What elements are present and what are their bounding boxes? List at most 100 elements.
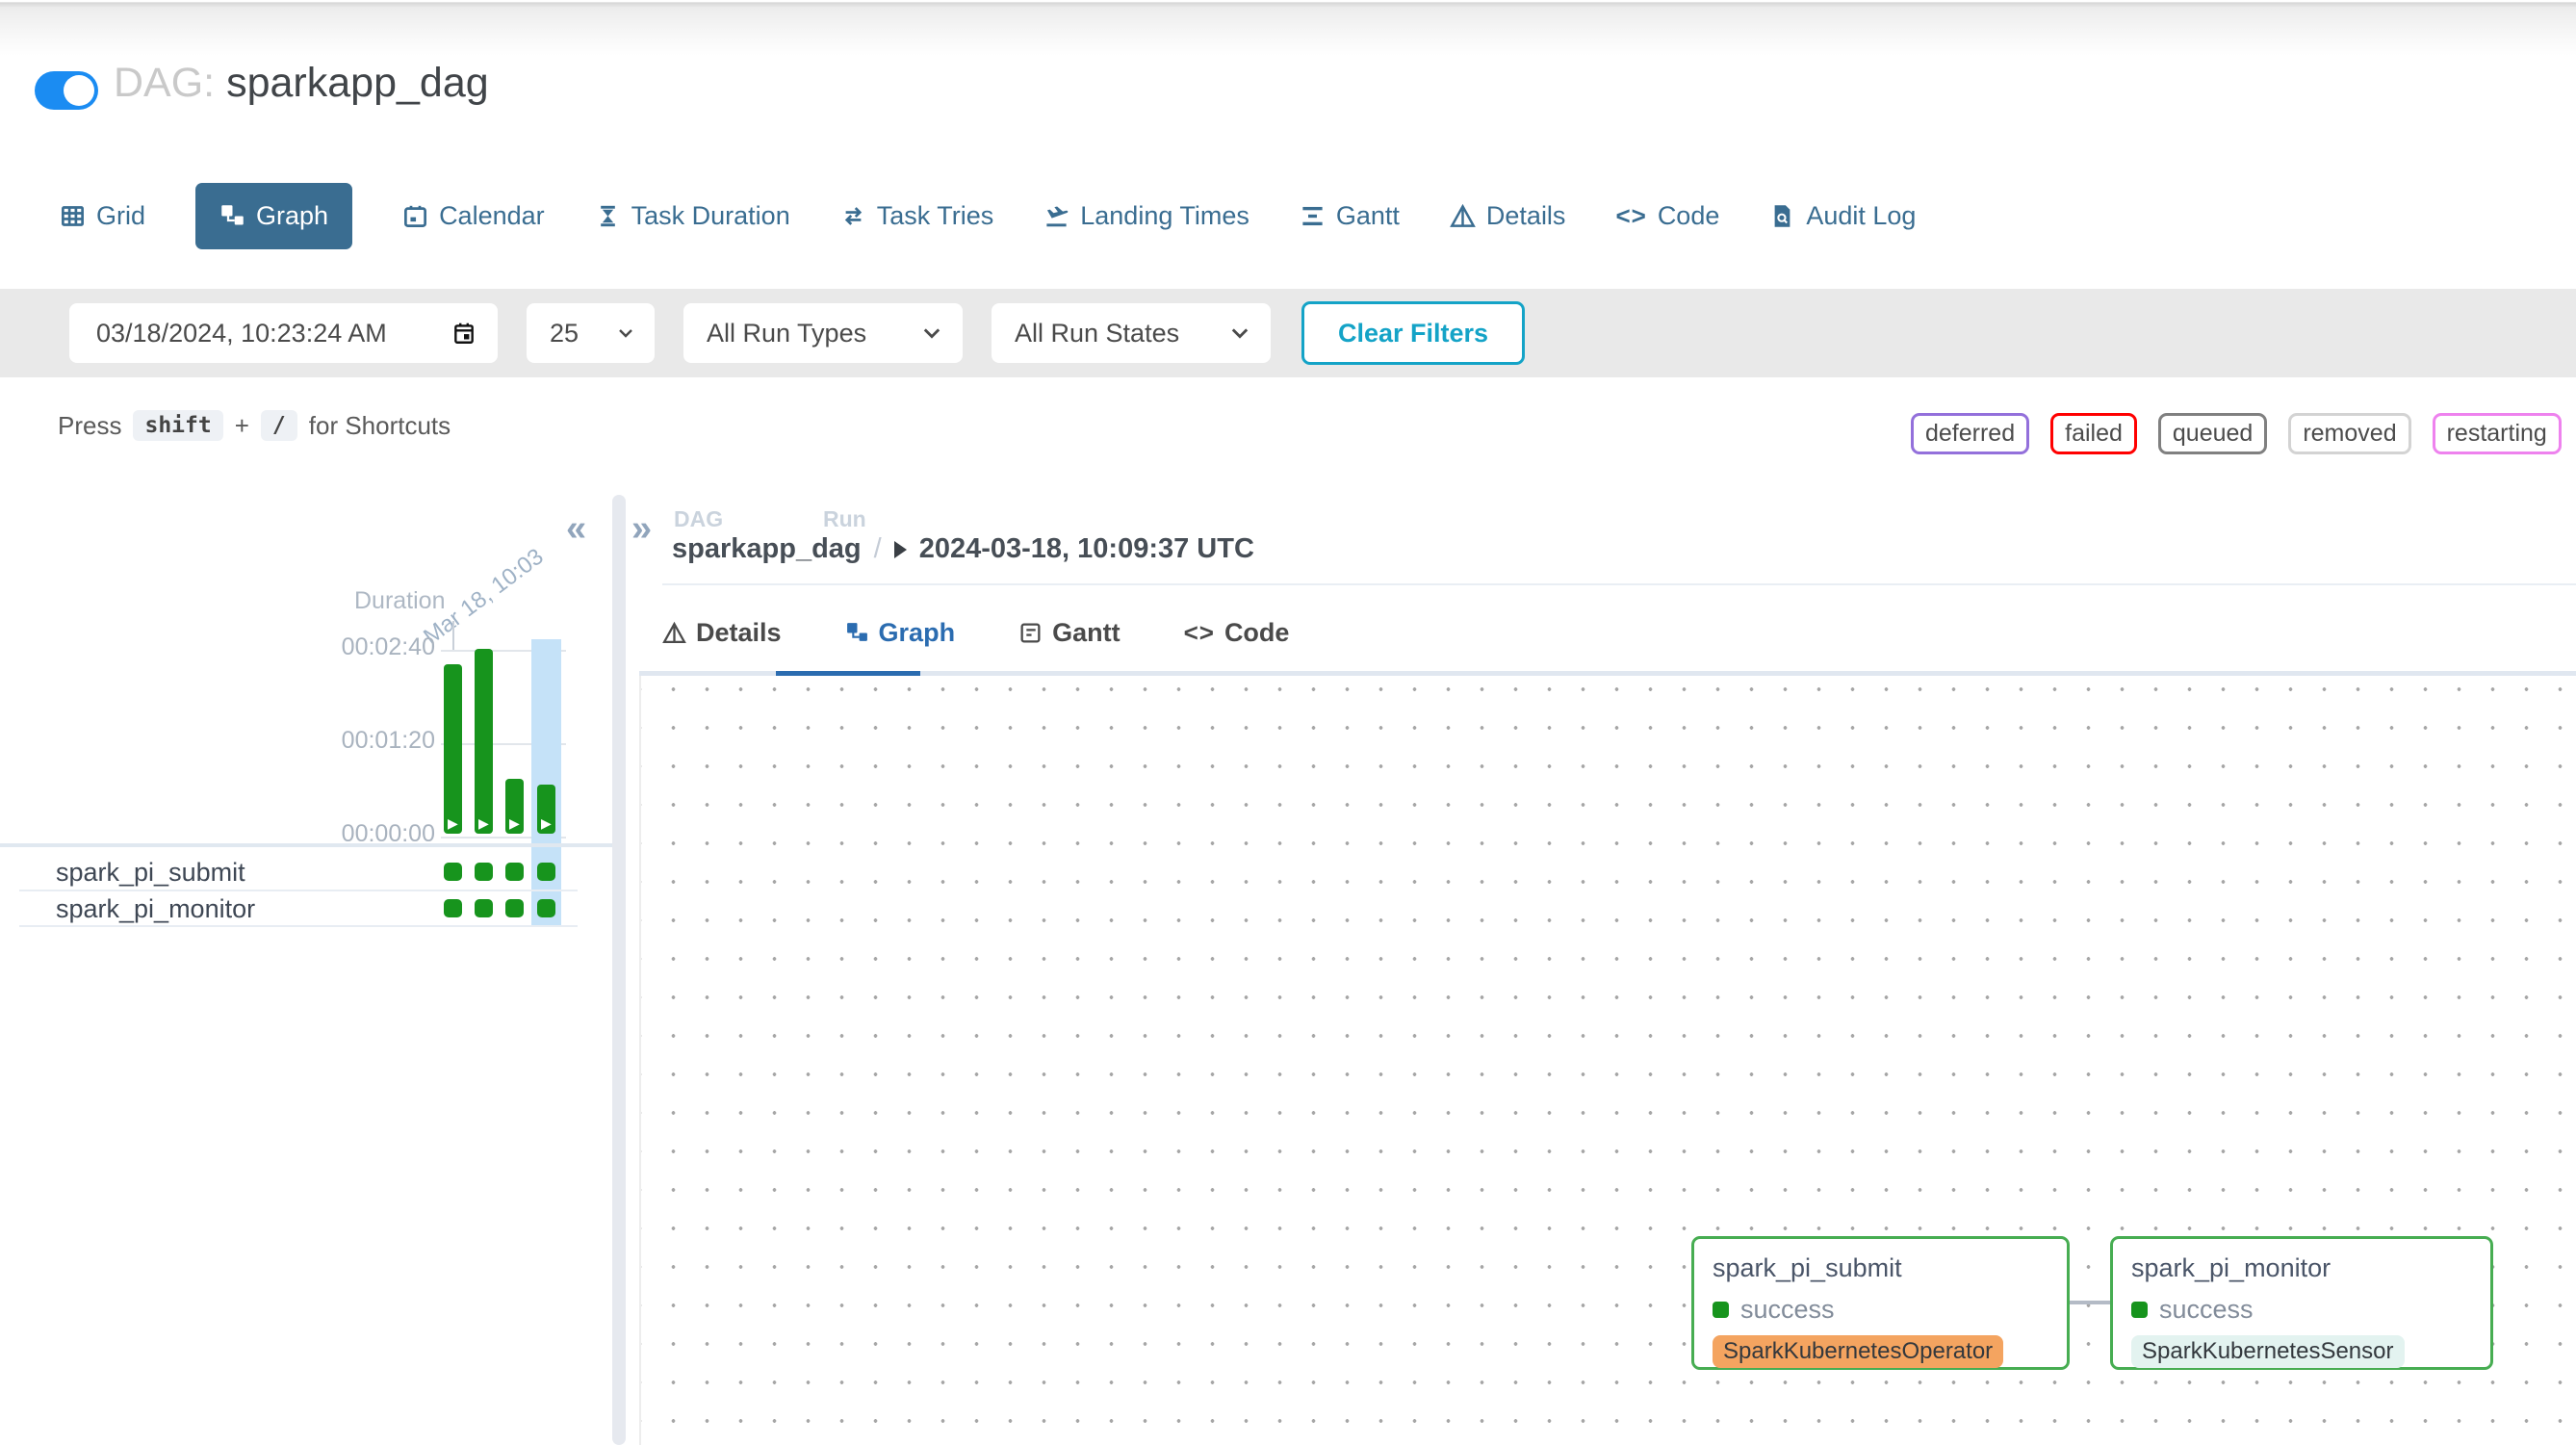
duration-bar-run-1[interactable]: ▶ bbox=[444, 664, 462, 834]
graph-node-spark-pi-monitor[interactable]: spark_pi_monitor success SparkKubernetes… bbox=[2110, 1236, 2493, 1370]
node-title: spark_pi_submit bbox=[1713, 1253, 2048, 1283]
tab-graph[interactable]: Graph bbox=[195, 183, 352, 249]
tab-gantt[interactable]: Gantt bbox=[1300, 201, 1400, 231]
gantt-doc-icon bbox=[1018, 621, 1043, 645]
plus-text: + bbox=[235, 411, 249, 441]
code-icon: <> bbox=[1184, 618, 1215, 648]
tab-label: Gantt bbox=[1052, 618, 1121, 648]
tab-calendar[interactable]: Calendar bbox=[402, 201, 545, 231]
state-badge-failed[interactable]: failed bbox=[2050, 413, 2137, 454]
task-row-spark-pi-monitor[interactable]: spark_pi_monitor bbox=[56, 894, 255, 924]
calendar-icon[interactable] bbox=[451, 321, 477, 346]
axis-tick bbox=[452, 621, 454, 650]
slash-key: / bbox=[261, 410, 297, 441]
dag-pause-toggle[interactable] bbox=[35, 71, 98, 110]
clear-filters-button[interactable]: Clear Filters bbox=[1301, 301, 1525, 365]
duration-bar-run-4[interactable]: ▶ bbox=[537, 785, 555, 834]
tab-run-code[interactable]: <> Code bbox=[1184, 618, 1290, 648]
operator-chip: SparkKubernetesOperator bbox=[1713, 1335, 2003, 1368]
tab-run-details[interactable]: Details bbox=[662, 618, 782, 648]
tab-landing-times[interactable]: Landing Times bbox=[1043, 201, 1249, 231]
code-icon: <> bbox=[1615, 201, 1646, 231]
tab-code[interactable]: <> Code bbox=[1615, 201, 1719, 231]
tab-label: Audit Log bbox=[1806, 201, 1916, 231]
edge-submit-to-monitor bbox=[2070, 1301, 2110, 1304]
breadcrumb-dag-value[interactable]: sparkapp_dag bbox=[672, 533, 862, 565]
state-badge-deferred[interactable]: deferred bbox=[1911, 413, 2029, 454]
tab-run-gantt[interactable]: Gantt bbox=[1018, 618, 1121, 648]
tab-audit-log[interactable]: Audit Log bbox=[1769, 201, 1916, 231]
tab-label: Gantt bbox=[1336, 201, 1400, 231]
tab-grid[interactable]: Grid bbox=[60, 201, 145, 231]
tab-label: Code bbox=[1224, 618, 1290, 648]
page-title: DAG: sparkapp_dag bbox=[114, 60, 489, 107]
breadcrumb-separator: / bbox=[874, 533, 882, 565]
details-triangle-icon bbox=[1450, 203, 1476, 229]
shift-key: shift bbox=[133, 410, 222, 441]
y-tick-label: 00:02:40 bbox=[310, 633, 435, 661]
hourglass-icon bbox=[595, 203, 621, 229]
state-badge-removed[interactable]: removed bbox=[2288, 413, 2410, 454]
task-instance-spark_pi_monitor-run-1[interactable] bbox=[444, 899, 462, 917]
play-icon: ▶ bbox=[541, 814, 552, 832]
page-size-select[interactable]: 25 bbox=[527, 303, 655, 363]
chevron-down-icon bbox=[920, 322, 943, 345]
task-row-spark-pi-submit[interactable]: spark_pi_submit bbox=[56, 858, 245, 888]
shortcuts-text: Press bbox=[58, 411, 121, 441]
page-size-value: 25 bbox=[550, 319, 579, 348]
tab-label: Landing Times bbox=[1080, 201, 1249, 231]
dag-nav-tabs: Grid Graph Calendar Task Duration Task T… bbox=[60, 175, 1916, 256]
tab-task-tries[interactable]: Task Tries bbox=[840, 201, 994, 231]
duration-bar-run-2[interactable]: ▶ bbox=[475, 649, 493, 834]
tab-label: Task Tries bbox=[877, 201, 994, 231]
tab-run-graph[interactable]: Graph bbox=[845, 618, 956, 648]
toggle-knob bbox=[64, 75, 94, 106]
panel-divider bbox=[662, 583, 2576, 585]
run-states-select[interactable]: All Run States bbox=[992, 303, 1271, 363]
tab-label: Details bbox=[1486, 201, 1566, 231]
plane-landing-icon bbox=[1043, 203, 1069, 229]
play-icon: ▶ bbox=[478, 814, 489, 832]
graph-canvas[interactable]: spark_pi_submit success SparkKubernetesO… bbox=[639, 676, 2576, 1445]
duration-bar-run-3[interactable]: ▶ bbox=[505, 779, 524, 834]
run-date-input[interactable] bbox=[94, 318, 425, 349]
audit-log-icon bbox=[1769, 203, 1795, 229]
breadcrumb: sparkapp_dag / 2024-03-18, 10:09:37 UTC bbox=[672, 533, 1254, 565]
expand-panel-button[interactable]: » bbox=[631, 508, 652, 550]
selected-run-column-highlight bbox=[531, 639, 561, 926]
tab-details[interactable]: Details bbox=[1450, 201, 1566, 231]
run-date-filter[interactable] bbox=[69, 303, 498, 363]
dag-title-prefix: DAG: bbox=[114, 60, 215, 106]
tab-label: Calendar bbox=[439, 201, 545, 231]
run-types-select[interactable]: All Run Types bbox=[683, 303, 963, 363]
state-badge-queued[interactable]: queued bbox=[2158, 413, 2267, 454]
y-tick-label: 00:01:20 bbox=[310, 727, 435, 755]
gantt-icon bbox=[1300, 203, 1326, 229]
task-instance-spark_pi_monitor-run-2[interactable] bbox=[475, 899, 493, 917]
play-icon: ▶ bbox=[509, 814, 520, 832]
run-types-value: All Run Types bbox=[707, 319, 866, 348]
run-caret-icon bbox=[894, 541, 907, 558]
node-state: success bbox=[1740, 1295, 1835, 1325]
success-state-icon bbox=[2131, 1302, 2148, 1318]
task-instance-spark_pi_submit-run-4[interactable] bbox=[537, 863, 555, 881]
panel-resizer[interactable] bbox=[612, 495, 626, 1445]
row-separator bbox=[19, 890, 578, 891]
collapse-panel-button[interactable]: « bbox=[566, 508, 586, 550]
success-state-icon bbox=[1713, 1302, 1729, 1318]
chart-separator bbox=[0, 843, 613, 847]
task-instance-spark_pi_monitor-run-3[interactable] bbox=[505, 899, 524, 917]
graph-icon bbox=[845, 621, 869, 645]
task-instance-spark_pi_submit-run-2[interactable] bbox=[475, 863, 493, 881]
breadcrumb-dag-label: DAG bbox=[674, 506, 723, 532]
task-instance-spark_pi_submit-run-1[interactable] bbox=[444, 863, 462, 881]
state-legend: deferredfailedqueuedremovedrestartingrun… bbox=[1911, 413, 2576, 454]
task-instance-spark_pi_monitor-run-4[interactable] bbox=[537, 899, 555, 917]
retry-icon bbox=[840, 203, 866, 229]
task-instance-spark_pi_submit-run-3[interactable] bbox=[505, 863, 524, 881]
breadcrumb-run-value[interactable]: 2024-03-18, 10:09:37 UTC bbox=[919, 533, 1254, 565]
tab-task-duration[interactable]: Task Duration bbox=[595, 201, 790, 231]
chevron-down-icon bbox=[1228, 322, 1251, 345]
graph-node-spark-pi-submit[interactable]: spark_pi_submit success SparkKubernetesO… bbox=[1691, 1236, 2070, 1370]
state-badge-restarting[interactable]: restarting bbox=[2433, 413, 2562, 454]
